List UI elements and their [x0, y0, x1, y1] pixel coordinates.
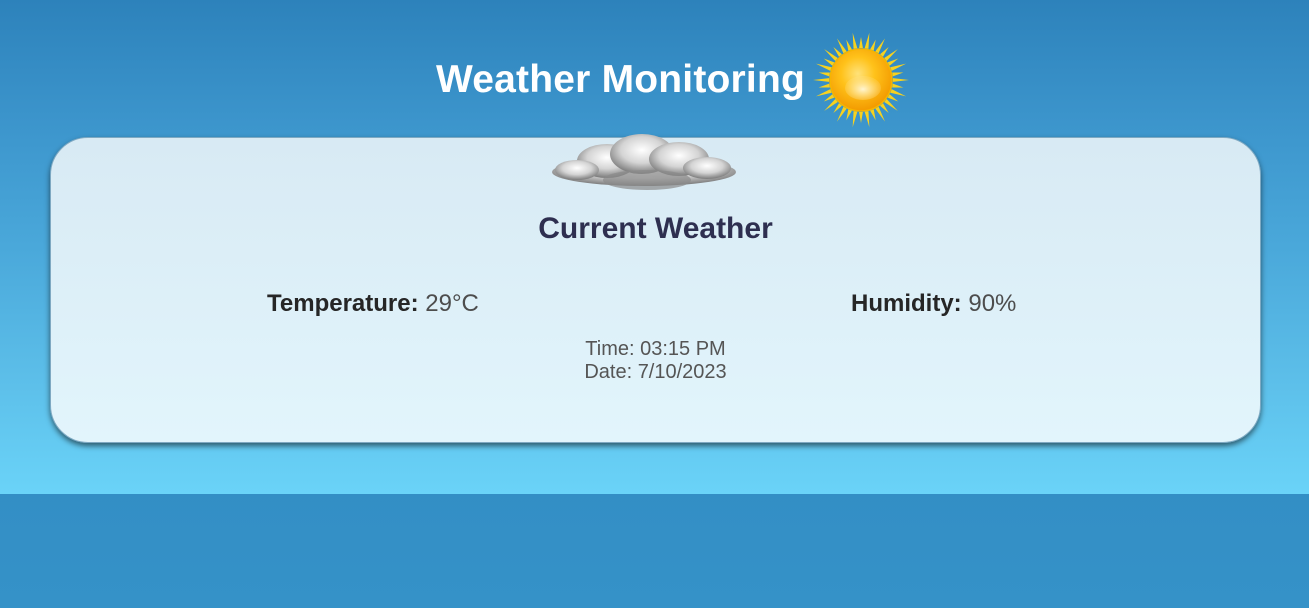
cloud-icon — [547, 126, 741, 196]
time-text: Time: 03:15 PM — [585, 338, 726, 360]
temperature-label: Temperature: — [267, 290, 419, 317]
card-title: Current Weather — [538, 212, 773, 245]
temperature-value: 29°C — [425, 290, 479, 317]
humidity-reading: Humidity: 90% — [851, 290, 1016, 318]
date-text: Date: 7/10/2023 — [584, 361, 727, 383]
sun-icon — [811, 30, 911, 130]
timestamp-block: Time: 03:15 PM Date: 7/10/2023 — [51, 338, 1260, 384]
page-header: Weather Monitoring — [0, 30, 1309, 130]
humidity-value: 90% — [968, 290, 1017, 317]
current-weather-card: Current Weather Temperature: 29°C Humidi… — [50, 134, 1261, 443]
humidity-label: Humidity: — [851, 290, 962, 317]
temperature-reading: Temperature: 29°C — [267, 290, 479, 318]
page-title: Weather Monitoring — [435, 58, 806, 101]
